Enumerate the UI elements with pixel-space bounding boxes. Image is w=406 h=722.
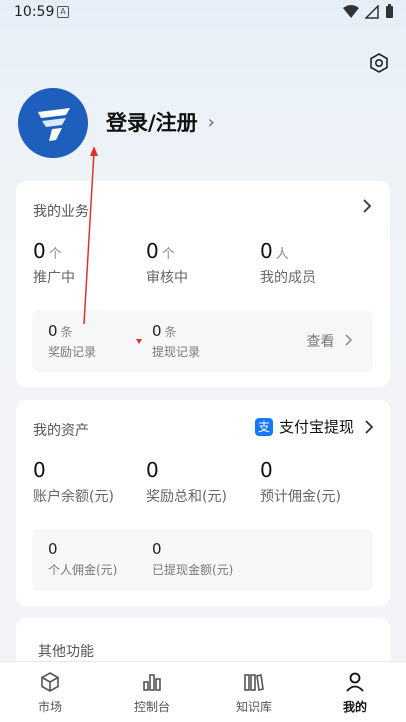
settings-icon[interactable] [368,52,390,74]
tab-market[interactable]: 市场 [20,670,80,715]
alipay-icon: 支 [254,417,273,436]
app-logo-icon [38,108,70,141]
other-functions-title: 其他功能 [38,644,94,660]
stat-promoting[interactable]: 0个 推广中 [33,239,75,287]
system-icons [343,4,394,19]
business-card: 我的业务 0个 推广中 0个 审核中 0人 我的成员 0条 奖励记录 0条 提现… [16,181,390,387]
wifi-icon [343,4,359,18]
withdrawn-amount[interactable]: 0 已提现金额(元) [152,540,233,578]
avatar[interactable] [18,88,88,158]
books-icon [244,674,264,691]
chevron-right-icon [365,419,374,434]
chevron-right-icon: › [207,111,215,133]
login-register-link[interactable]: 登录/注册 › [106,107,215,137]
stat-reviewing[interactable]: 0个 审核中 [146,239,188,287]
stat-expected-commission[interactable]: 0 预计佣金(元) [260,458,341,506]
bar-chart-icon [143,674,161,691]
status-time: 10:59 [14,4,55,20]
annotation-arrow-head [90,146,98,156]
chevron-right-icon [345,334,353,346]
tab-knowledge-base[interactable]: 知识库 [224,670,284,715]
tab-console[interactable]: 控制台 [122,670,182,715]
login-label: 登录/注册 [106,111,198,135]
notification-icon: A [57,6,69,18]
signal-icon [365,4,379,19]
person-icon [346,672,364,692]
cube-icon [41,672,59,692]
assets-card: 我的资产 支 支付宝提现 0 账户余额(元) 0 奖励总和(元) 0 预计佣金(… [16,400,390,606]
commission-box: 0 个人佣金(元) 0 已提现金额(元) [32,529,373,591]
records-box: 0条 奖励记录 0条 提现记录 查看 [32,310,373,372]
battery-icon [386,4,393,18]
status-bar: 10:59 A [0,0,406,26]
personal-commission[interactable]: 0 个人佣金(元) [48,540,117,578]
withdraw-records[interactable]: 0条 提现记录 [152,321,200,360]
reward-records[interactable]: 0条 奖励记录 [48,321,96,360]
stat-reward-total[interactable]: 0 奖励总和(元) [146,458,227,506]
alipay-label: 支付宝提现 [278,418,354,436]
bottom-tab-bar: 市场 控制台 知识库 我的 [0,661,406,722]
business-title: 我的业务 [33,204,89,220]
stat-members[interactable]: 0人 我的成员 [260,239,316,287]
stat-account-balance[interactable]: 0 账户余额(元) [33,458,114,506]
view-records-link[interactable]: 查看 [307,331,353,351]
alipay-withdraw-button[interactable]: 支 支付宝提现 [254,416,374,437]
tab-mine[interactable]: 我的 [325,670,385,715]
chevron-right-icon[interactable] [362,199,372,213]
assets-title: 我的资产 [33,423,89,439]
